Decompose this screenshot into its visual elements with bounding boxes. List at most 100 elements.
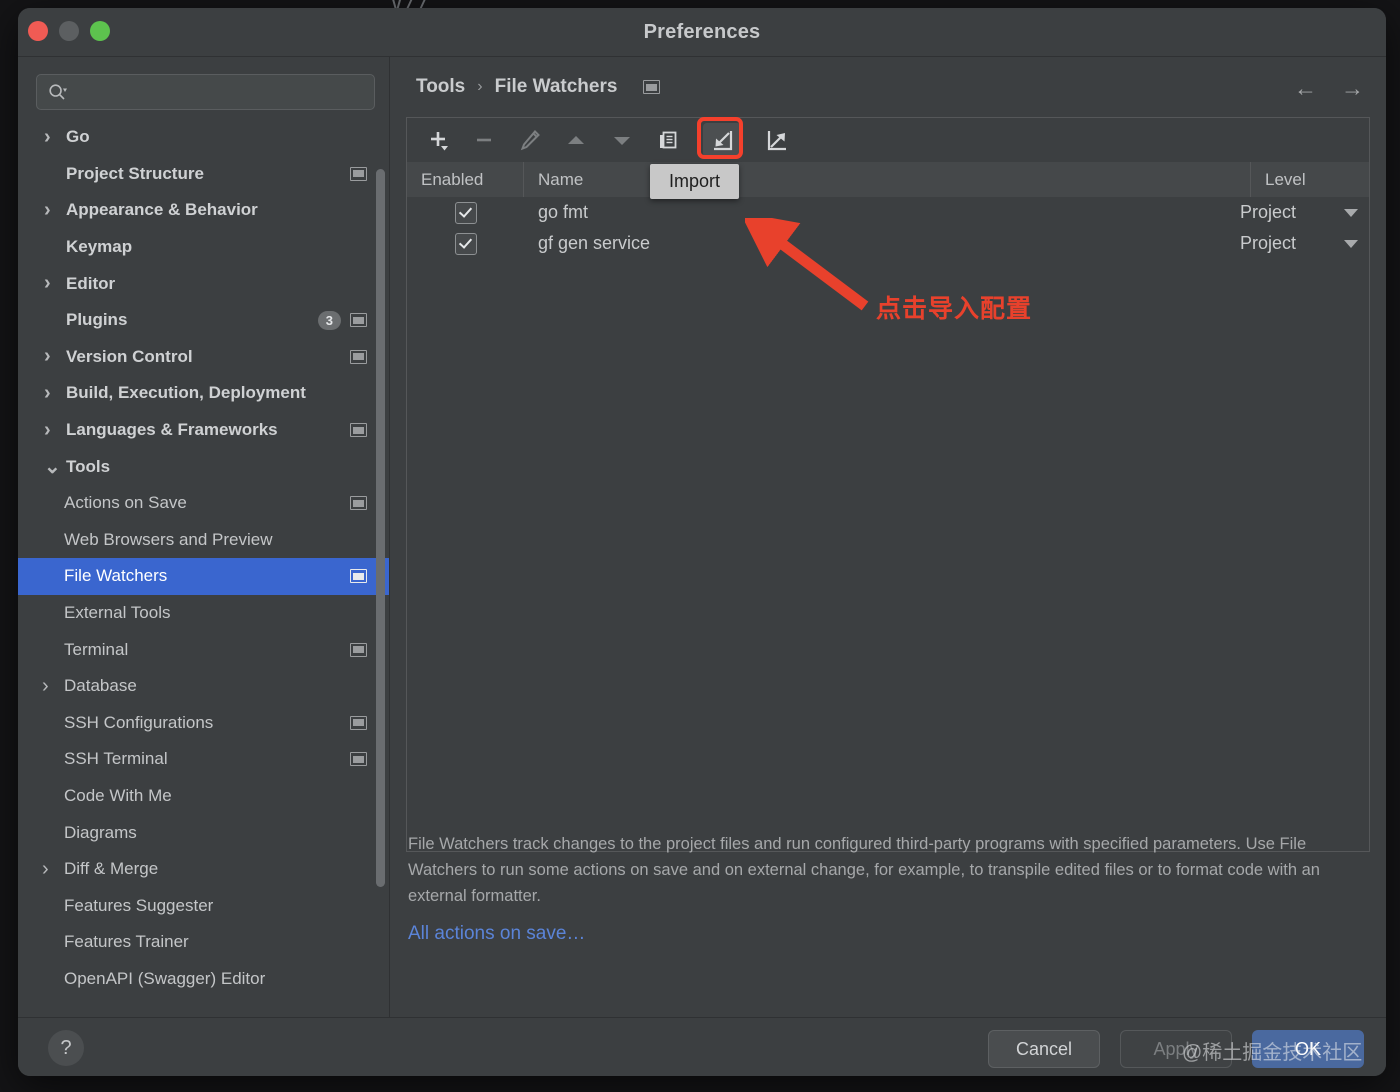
sidebar-item-label: Keymap [66,237,133,257]
watchers-toolbar: Import [406,117,1370,199]
sidebar-search [18,57,389,110]
move-down-button[interactable] [603,123,641,157]
enabled-checkbox[interactable] [454,232,477,255]
column-header-level[interactable]: Level [1251,162,1369,198]
sidebar-item-trailing [350,752,367,767]
sidebar-item-label: Features Suggester [64,895,214,915]
edit-button[interactable] [511,123,549,157]
chevron-right-icon[interactable]: › [44,126,66,149]
all-actions-on-save-row: All actions on save… [408,923,585,945]
cell-level[interactable]: Project [1240,233,1369,254]
export-button[interactable] [759,123,797,157]
chevron-right-icon[interactable]: › [44,345,66,368]
preferences-window: Preferences › Go Project Structure › App… [18,8,1386,1076]
chevron-down-icon[interactable] [1344,239,1358,248]
sidebar-item-editor[interactable]: › Editor [18,265,389,302]
sidebar-item-file-watchers[interactable]: ›File Watchers [18,558,389,595]
back-arrow-icon[interactable]: ← [1294,75,1317,102]
cell-level[interactable]: Project [1240,202,1369,223]
add-button[interactable] [419,123,457,157]
search-input[interactable] [79,75,366,109]
sidebar-item-languages-frameworks[interactable]: › Languages & Frameworks [18,412,389,449]
sidebar-item-go[interactable]: › Go [18,119,389,156]
sidebar-item-label: Version Control [66,346,193,366]
sidebar-item-plugins[interactable]: ›Plugins3 [18,302,389,339]
chevron-right-icon[interactable]: › [44,272,66,295]
sidebar-item-terminal[interactable]: ›Terminal [18,631,389,668]
project-scope-icon [350,569,367,584]
table-row[interactable]: gf gen service Project [407,228,1369,259]
enabled-checkbox[interactable] [454,201,477,224]
sidebar-item-trailing [350,642,367,657]
chevron-down-icon[interactable]: ⌄ [44,457,66,477]
sidebar-item-appearance-behavior[interactable]: › Appearance & Behavior [18,192,389,229]
chevron-right-icon[interactable]: › [42,858,64,881]
sidebar-item-trailing: 3 [317,310,367,330]
move-up-button[interactable] [557,123,595,157]
cancel-button[interactable]: Cancel [988,1030,1100,1068]
chevron-right-icon[interactable]: › [44,382,66,405]
project-scope-icon [643,80,661,94]
sidebar-item-build-execution-deployment[interactable]: › Build, Execution, Deployment [18,375,389,412]
navigation-arrows: ← → [1294,75,1364,102]
all-actions-on-save-link[interactable]: All actions on save… [408,923,585,944]
cell-enabled [407,232,524,255]
sidebar-item-version-control[interactable]: › Version Control [18,339,389,376]
breadcrumb-parent[interactable]: Tools [416,76,465,98]
sidebar-item-trailing [350,349,367,364]
sidebar-item-web-browsers-and-preview[interactable]: ›Web Browsers and Preview [18,522,389,559]
project-scope-icon [350,313,367,328]
window-content: ›Go›Project Structure›Appearance & Behav… [18,57,1386,1017]
sidebar-item-project-structure[interactable]: ›Project Structure [18,156,389,193]
project-scope-icon [350,166,367,181]
sidebar-item-diagrams[interactable]: ›Diagrams [18,814,389,851]
remove-button[interactable] [465,123,503,157]
help-icon[interactable]: ? [48,1030,84,1066]
sidebar-item-label: Appearance & Behavior [66,200,258,220]
sidebar-item-openapi-swagger-editor[interactable]: ›OpenAPI (Swagger) Editor [18,961,389,998]
file-watchers-panel: Import Enabled Name Level go fmt Project g… [406,117,1370,1017]
sidebar-item-ssh-terminal[interactable]: ›SSH Terminal [18,741,389,778]
sidebar-item-external-tools[interactable]: ›External Tools [18,595,389,632]
import-button[interactable] [697,117,743,159]
chevron-right-icon[interactable]: › [44,199,66,222]
table-row[interactable]: go fmt Project [407,197,1369,228]
breadcrumb-separator-icon: › [477,78,483,95]
sidebar-item-label: Editor [66,273,116,293]
project-scope-icon [350,349,367,364]
chevron-right-icon[interactable]: › [44,419,66,442]
sidebar-item-trailing [350,569,367,584]
sidebar-item-actions-on-save[interactable]: ›Actions on Save [18,485,389,522]
sidebar-item-ssh-configurations[interactable]: ›SSH Configurations [18,705,389,742]
breadcrumb: Tools › File Watchers [390,57,1386,117]
sidebar-item-label: Diff & Merge [64,859,159,879]
sidebar-item-database[interactable]: › Database [18,668,389,705]
sidebar-item-keymap[interactable]: ›Keymap [18,229,389,266]
level-value: Project [1240,233,1297,253]
sidebar-item-label: Build, Execution, Deployment [66,383,306,403]
annotation-text: 点击导入配置 [876,295,1033,323]
cell-name: gf gen service [538,233,651,253]
sidebar-item-features-trainer[interactable]: ›Features Trainer [18,924,389,961]
project-scope-icon [350,752,367,767]
search-box[interactable] [36,74,375,110]
chevron-right-icon[interactable]: › [42,675,64,698]
sidebar-item-code-with-me[interactable]: ›Code With Me [18,778,389,815]
forward-arrow-icon[interactable]: → [1341,75,1364,102]
cell-enabled [407,201,524,224]
settings-main-panel: Tools › File Watchers ← → Import Enabled… [390,57,1386,1017]
chevron-down-icon[interactable] [1344,208,1358,217]
column-header-name[interactable]: Name [524,162,1251,198]
sidebar-item-features-suggester[interactable]: ›Features Suggester [18,887,389,924]
column-header-enabled[interactable]: Enabled [407,162,524,198]
screenshot-root: ∨// Preferences [0,0,1400,1092]
sidebar-item-label: Diagrams [64,822,137,842]
sidebar-item-tools[interactable]: ⌄ Tools [18,448,389,485]
copy-button[interactable] [649,123,687,157]
settings-sidebar: ›Go›Project Structure›Appearance & Behav… [18,57,390,1017]
sidebar-item-label: SSH Configurations [64,712,214,732]
sidebar-item-label: Project Structure [66,163,204,183]
sidebar-scrollbar[interactable] [376,169,385,887]
sidebar-item-diff-merge[interactable]: › Diff & Merge [18,851,389,888]
sidebar-item-label: OpenAPI (Swagger) Editor [64,968,266,988]
